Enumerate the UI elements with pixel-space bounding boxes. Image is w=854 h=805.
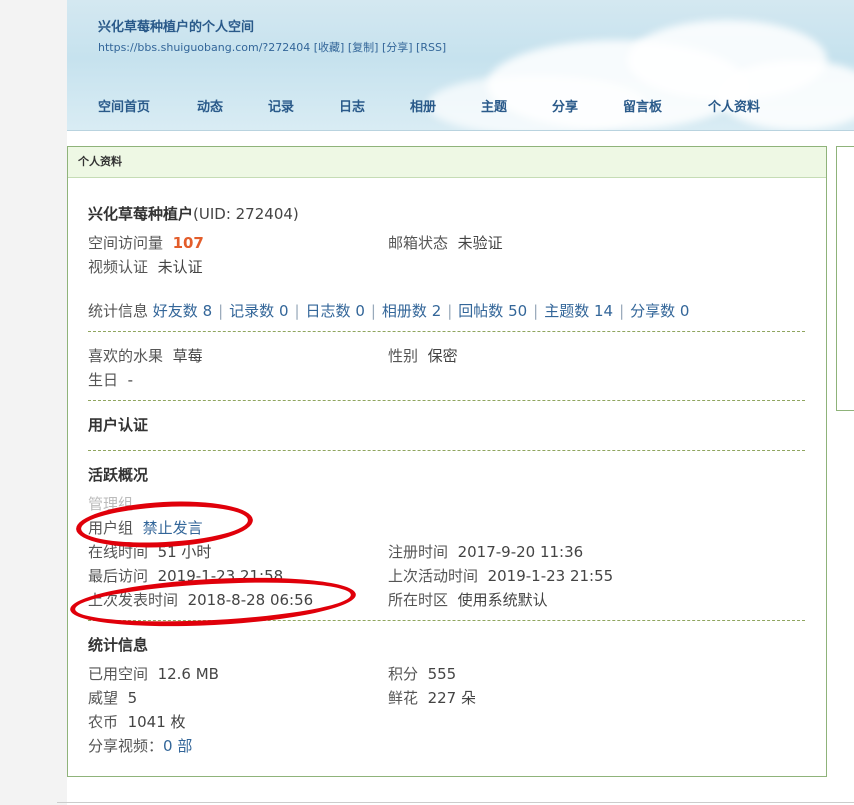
fruit-value: 草莓 — [172, 347, 203, 365]
birthday-value: - — [127, 371, 133, 389]
last-visit-value: 2019-1-23 21:58 — [157, 567, 284, 585]
email-label: 邮箱状态 — [388, 234, 449, 252]
stats-row: 统计信息 好友数 8 | 记录数 0 | 日志数 0 | 相册数 2 | 回帖数 50 | 主题数 … — [88, 302, 690, 320]
visits-label: 空间访问量 — [88, 234, 164, 252]
shared-videos-row: 分享视频：0 部 — [88, 735, 192, 756]
records-count-link[interactable]: 记录数 0 — [229, 302, 288, 320]
flowers-row: 鲜花 227 朵 — [388, 687, 476, 708]
flowers-label: 鲜花 — [388, 689, 419, 707]
share-link[interactable]: [分享] — [382, 41, 413, 54]
visits-row: 空间访问量 107 — [88, 232, 204, 253]
gender-value: 保密 — [427, 347, 458, 365]
visits-value: 107 — [172, 234, 204, 252]
last-active-row: 上次活动时间 2019-1-23 21:55 — [388, 565, 613, 586]
prestige-value: 5 — [127, 689, 138, 707]
video-auth-label: 视频认证 — [88, 258, 149, 276]
side-panel — [836, 146, 854, 411]
shared-videos-label: 分享视频： — [88, 737, 164, 755]
shares-count-link[interactable]: 分享数 0 — [630, 302, 689, 320]
rss-link[interactable]: [RSS] — [416, 41, 446, 54]
timezone-label: 所在时区 — [388, 591, 449, 609]
prestige-label: 威望 — [88, 689, 119, 707]
nav-home[interactable]: 空间首页 — [98, 96, 150, 115]
points-label: 积分 — [388, 665, 419, 683]
nav-album[interactable]: 相册 — [410, 96, 436, 115]
last-visit-row: 最后访问 2019-1-23 21:58 — [88, 565, 283, 586]
email-row: 邮箱状态 未验证 — [388, 232, 503, 253]
gender-row: 性别 保密 — [388, 345, 458, 366]
statistics-heading: 统计信息 — [88, 636, 149, 654]
last-active-label: 上次活动时间 — [388, 567, 479, 585]
space-used-value: 12.6 MB — [157, 665, 219, 683]
footer-divider — [57, 802, 854, 803]
coins-label: 农币 — [88, 713, 119, 731]
fruit-label: 喜欢的水果 — [88, 347, 164, 365]
activity-heading: 活跃概况 — [88, 466, 149, 484]
profile-username: 兴化草莓种植户 — [88, 205, 194, 223]
divider — [88, 450, 805, 451]
shared-videos-link[interactable]: 0 部 — [163, 737, 192, 755]
birthday-label: 生日 — [88, 371, 119, 389]
nav-threads[interactable]: 主题 — [481, 96, 507, 115]
divider — [88, 620, 805, 621]
online-time-label: 在线时间 — [88, 543, 149, 561]
favorite-link[interactable]: [收藏] — [314, 41, 345, 54]
left-margin — [0, 0, 67, 805]
space-used-row: 已用空间 12.6 MB — [88, 663, 219, 684]
last-active-value: 2019-1-23 21:55 — [487, 567, 614, 585]
threads-count-link[interactable]: 主题数 14 — [544, 302, 613, 320]
nav-profile[interactable]: 个人资料 — [708, 96, 760, 115]
space-url-link[interactable]: https://bbs.shuiguobang.com/?272404 — [98, 41, 310, 54]
user-group-label: 用户组 — [88, 519, 134, 537]
timezone-value: 使用系统默认 — [457, 591, 548, 609]
birthday-row: 生日 - — [88, 369, 133, 390]
video-auth-value: 未认证 — [157, 258, 203, 276]
replies-count-link[interactable]: 回帖数 50 — [458, 302, 527, 320]
auth-heading: 用户认证 — [88, 416, 149, 434]
register-time-value: 2017-9-20 11:36 — [457, 543, 584, 561]
gender-label: 性别 — [388, 347, 419, 365]
points-value: 555 — [427, 665, 457, 683]
nav-feed[interactable]: 动态 — [197, 96, 223, 115]
copy-link[interactable]: [复制] — [348, 41, 379, 54]
timezone-row: 所在时区 使用系统默认 — [388, 589, 548, 610]
divider — [88, 331, 805, 332]
profile-panel: 个人资料 兴化草莓种植户(UID: 272404) 空间访问量 107 邮箱状态… — [67, 146, 827, 777]
admin-group-label: 管理组 — [88, 495, 134, 513]
prestige-row: 威望 5 — [88, 687, 137, 708]
last-post-label: 上次发表时间 — [88, 591, 179, 609]
friends-count-link[interactable]: 好友数 8 — [153, 302, 212, 320]
video-auth-row: 视频认证 未认证 — [88, 256, 203, 277]
coins-value: 1041 枚 — [127, 713, 186, 731]
nav-guestbook[interactable]: 留言板 — [623, 96, 662, 115]
nav-share[interactable]: 分享 — [552, 96, 578, 115]
space-url-line: https://bbs.shuiguobang.com/?272404 [收藏]… — [98, 39, 446, 55]
last-visit-label: 最后访问 — [88, 567, 149, 585]
divider — [88, 400, 805, 401]
coins-row: 农币 1041 枚 — [88, 711, 186, 732]
profile-name-line: 兴化草莓种植户(UID: 272404) — [88, 203, 299, 224]
user-group-row: 用户组 禁止发言 — [88, 517, 203, 538]
fruit-row: 喜欢的水果 草莓 — [88, 345, 203, 366]
profile-panel-title: 个人资料 — [68, 147, 826, 178]
stats-label: 统计信息 — [88, 302, 149, 320]
space-used-label: 已用空间 — [88, 665, 149, 683]
profile-uid: (UID: 272404) — [193, 205, 299, 223]
flowers-value: 227 朵 — [427, 689, 476, 707]
blogs-count-link[interactable]: 日志数 0 — [306, 302, 365, 320]
register-time-label: 注册时间 — [388, 543, 449, 561]
nav-records[interactable]: 记录 — [268, 96, 294, 115]
space-header: 兴化草莓种植户的个人空间 https://bbs.shuiguobang.com… — [67, 0, 854, 131]
online-time-row: 在线时间 51 小时 — [88, 541, 211, 562]
space-title[interactable]: 兴化草莓种植户的个人空间 — [98, 16, 254, 35]
last-post-value: 2018-8-28 06:56 — [187, 591, 314, 609]
nav-blog[interactable]: 日志 — [339, 96, 365, 115]
online-time-value: 51 小时 — [157, 543, 212, 561]
last-post-row: 上次发表时间 2018-8-28 06:56 — [88, 589, 313, 610]
albums-count-link[interactable]: 相册数 2 — [382, 302, 441, 320]
points-row: 积分 555 — [388, 663, 456, 684]
email-value: 未验证 — [457, 234, 503, 252]
register-time-row: 注册时间 2017-9-20 11:36 — [388, 541, 583, 562]
user-group-value-link[interactable]: 禁止发言 — [143, 519, 203, 537]
